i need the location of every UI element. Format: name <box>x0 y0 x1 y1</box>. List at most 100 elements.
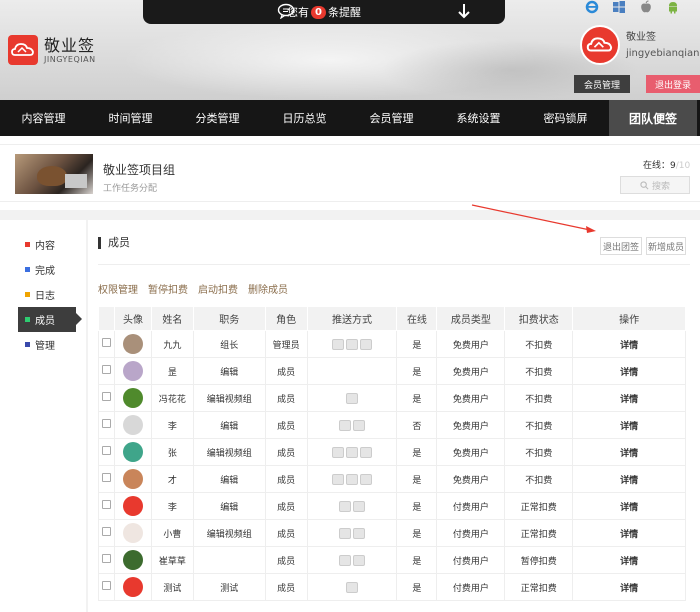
member-role: 成员 <box>264 411 308 439</box>
sidebar-item-done[interactable]: 完成 <box>0 257 86 282</box>
push-channel-icon <box>353 419 366 431</box>
nav-team-notes[interactable]: 团队便签 <box>609 100 697 136</box>
nav-category-management[interactable]: 分类管理 <box>174 100 261 136</box>
table-row[interactable]: 李编辑 成员 否免费用户 不扣费 详情 <box>98 411 686 439</box>
exit-team-button[interactable]: 退出团签 <box>600 237 642 255</box>
logo[interactable]: 敬业签 JINGYEQIAN <box>8 35 96 65</box>
team-description: 工作任务分配 <box>103 184 158 194</box>
row-checkbox[interactable] <box>101 554 111 563</box>
table-row[interactable]: 崔草草 成员 是付费用户 暂停扣费 详情 <box>98 546 686 574</box>
ie-icon[interactable] <box>585 0 599 14</box>
member-online: 是 <box>396 384 438 412</box>
nav-time-management[interactable]: 时间管理 <box>87 100 174 136</box>
member-type: 付费用户 <box>436 519 506 547</box>
pause-billing-link[interactable]: 暂停扣费 <box>148 281 188 296</box>
member-name: 小曹 <box>150 519 194 547</box>
user-avatar[interactable] <box>580 25 620 65</box>
table-row[interactable]: 小曹 编辑视频组 成员 是付费用户 正常扣费 详情 <box>98 519 686 547</box>
col-header-member-type: 成员类型 <box>436 306 506 331</box>
sidebar-item-label: 管理 <box>35 341 55 352</box>
arrow-down-icon[interactable] <box>457 3 471 19</box>
push-methods <box>306 519 398 547</box>
table-row[interactable]: 九九 组长 管理员 是免费用户 不扣费 详情 <box>98 330 686 358</box>
push-methods <box>306 330 398 358</box>
avatar <box>122 388 143 408</box>
table-row[interactable]: 测试 测试 成员是付费用户 正常扣费 详情 <box>98 573 686 601</box>
row-checkbox[interactable] <box>101 446 111 455</box>
table-row[interactable]: 冯花花 编辑视频组 成员 是免费用户 不扣费 详情 <box>98 384 686 412</box>
member-name: 测试 <box>150 573 194 601</box>
row-checkbox[interactable] <box>101 419 111 428</box>
avatar-cell <box>113 546 152 574</box>
sidebar-item-label: 日志 <box>35 291 55 302</box>
table-row[interactable]: 昰编辑 成员 是免费用户 不扣费 详情 <box>98 357 686 385</box>
android-icon[interactable] <box>666 0 680 14</box>
nav-calendar-overview[interactable]: 日历总览 <box>261 100 348 136</box>
notice-bar[interactable]: 您有 0 条提醒 <box>143 0 505 24</box>
member-management-button[interactable]: 会员管理 <box>574 75 630 93</box>
sidebar-item-manage[interactable]: 管理 <box>0 332 86 357</box>
row-checkbox[interactable] <box>101 500 111 509</box>
col-header-role: 角色 <box>264 306 308 331</box>
detail-link[interactable]: 详情 <box>572 330 686 358</box>
member-online: 是 <box>396 573 438 601</box>
detail-link[interactable]: 详情 <box>572 357 686 385</box>
member-role: 成员 <box>264 519 308 547</box>
row-checkbox[interactable] <box>101 527 111 536</box>
windows-icon[interactable] <box>612 0 626 14</box>
fee-status: 正常扣费 <box>504 573 574 601</box>
member-type: 付费用户 <box>436 573 506 601</box>
add-member-button[interactable]: 新增成员 <box>646 237 686 255</box>
detail-link[interactable]: 详情 <box>572 492 686 520</box>
detail-link[interactable]: 详情 <box>572 438 686 466</box>
start-billing-link[interactable]: 启动扣费 <box>198 281 238 296</box>
row-checkbox[interactable] <box>101 392 111 401</box>
nav-system-settings[interactable]: 系统设置 <box>435 100 522 136</box>
search-input[interactable]: 搜索 <box>620 176 690 194</box>
row-select-cell <box>98 546 115 574</box>
table-row[interactable]: 张编辑视频组 成员 是免费用户 不扣费 详情 <box>98 438 686 466</box>
row-checkbox[interactable] <box>101 338 111 347</box>
row-checkbox[interactable] <box>101 581 111 590</box>
avatar <box>122 550 143 570</box>
col-header-title: 职务 <box>192 306 266 331</box>
nav-member-management[interactable]: 会员管理 <box>348 100 435 136</box>
row-checkbox[interactable] <box>101 365 111 374</box>
detail-link[interactable]: 详情 <box>572 465 686 493</box>
avatar-cell <box>113 357 152 385</box>
row-select-cell <box>98 357 115 385</box>
member-name: 李 <box>150 492 194 520</box>
apple-icon[interactable] <box>639 0 653 14</box>
member-title: 编辑视频组 <box>192 519 266 547</box>
row-checkbox[interactable] <box>101 473 111 482</box>
avatar-cell <box>113 519 152 547</box>
table-row[interactable]: 才编辑 成员 是免费用户 不扣费 详情 <box>98 465 686 493</box>
detail-link[interactable]: 详情 <box>572 411 686 439</box>
sidebar-item-content[interactable]: 内容 <box>0 232 86 257</box>
member-role: 成员 <box>264 438 308 466</box>
detail-link[interactable]: 详情 <box>572 519 686 547</box>
sidebar-item-members[interactable]: 成员 <box>18 307 82 332</box>
table-row[interactable]: 李编辑 成员 是付费用户 正常扣费 详情 <box>98 492 686 520</box>
member-role: 成员 <box>264 492 308 520</box>
row-select-cell <box>98 411 115 439</box>
sidebar-item-log[interactable]: 日志 <box>0 282 86 307</box>
nav-password-lock[interactable]: 密码锁屏 <box>522 100 609 136</box>
detail-link[interactable]: 详情 <box>572 546 686 574</box>
push-channel-icon <box>360 473 373 485</box>
nav-content-management[interactable]: 内容管理 <box>0 100 87 136</box>
sidebar: 内容 完成 日志 成员 管理 <box>0 220 86 612</box>
delete-member-link[interactable]: 删除成员 <box>248 281 288 296</box>
permission-management-link[interactable]: 权限管理 <box>98 281 138 296</box>
search-icon <box>640 180 649 189</box>
member-role: 管理员 <box>264 330 308 358</box>
detail-link[interactable]: 详情 <box>572 573 686 601</box>
push-channel-icon <box>332 473 345 485</box>
online-count: 在线：9/10 <box>643 158 690 171</box>
member-title: 编辑 <box>192 357 266 385</box>
logout-button[interactable]: 退出登录 <box>646 75 700 93</box>
member-online: 是 <box>396 546 438 574</box>
row-select-cell <box>98 384 115 412</box>
team-name: 敬业签项目组 <box>103 163 176 177</box>
detail-link[interactable]: 详情 <box>572 384 686 412</box>
